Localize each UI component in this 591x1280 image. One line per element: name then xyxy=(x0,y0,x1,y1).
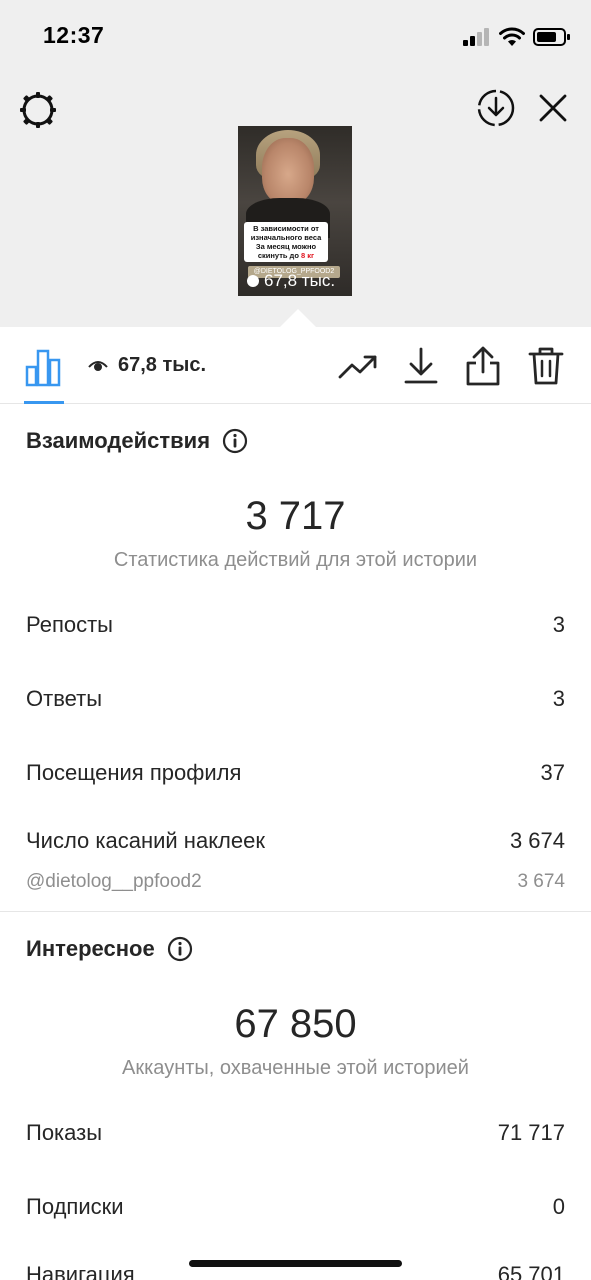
status-icons xyxy=(463,24,571,50)
info-icon[interactable] xyxy=(167,936,193,962)
metric-label: Ответы xyxy=(26,686,103,711)
interactions-title: Взаимодействия xyxy=(26,428,211,453)
status-bar: 12:37 xyxy=(0,0,591,70)
eye-icon xyxy=(247,275,259,287)
metric-label: Навигация xyxy=(26,1262,135,1280)
discovery-section-title: Интересное xyxy=(26,936,193,962)
insights-toolbar: 67,8 тыс. xyxy=(0,327,591,404)
story-thumbnail-views: 67,8 тыс. xyxy=(246,271,335,291)
metric-label: Показы xyxy=(26,1120,103,1145)
insights-tab-underline xyxy=(24,401,64,404)
interactions-section-title: Взаимодействия xyxy=(26,428,248,454)
story-thumbnail-views-count: 67,8 тыс. xyxy=(264,271,336,290)
metric-row-reposts: Репосты 3 xyxy=(26,612,565,638)
story-caption-line1: В зависимости от изначального веса xyxy=(250,224,322,242)
cellular-signal-icon xyxy=(463,28,489,46)
save-to-archive-icon[interactable] xyxy=(474,86,518,130)
metric-label: Посещения профиля xyxy=(26,760,242,785)
metric-label: Подписки xyxy=(26,1194,124,1219)
discovery-title: Интересное xyxy=(26,936,155,961)
metric-label: Репосты xyxy=(26,612,113,637)
discovery-subtitle: Аккаунты, охваченные этой историей xyxy=(122,1057,469,1079)
metric-row-impressions: Показы 71 717 xyxy=(26,1120,565,1146)
metric-value: 71 717 xyxy=(497,1120,565,1145)
close-icon[interactable] xyxy=(533,88,573,128)
metric-value: 65 701 xyxy=(497,1262,565,1280)
metric-row-replies: Ответы 3 xyxy=(26,686,565,712)
views-count-label: 67,8 тыс. xyxy=(118,354,207,376)
metric-sublabel: @dietolog__ppfood2 xyxy=(26,871,202,892)
promote-trend-icon[interactable] xyxy=(337,345,379,387)
metric-label: Число касаний наклеек xyxy=(26,828,265,853)
eye-icon xyxy=(88,360,108,371)
metric-value: 0 xyxy=(552,1194,565,1219)
interactions-subtitle: Статистика действий для этой истории xyxy=(113,549,478,571)
battery-icon xyxy=(533,28,570,46)
interactions-total: 3 717 xyxy=(245,494,346,538)
story-thumbnail-face xyxy=(262,138,314,204)
thumbnail-pointer xyxy=(280,309,316,327)
metric-value: 3 xyxy=(552,612,565,637)
story-thumbnail[interactable]: В зависимости от изначального веса За ме… xyxy=(238,126,352,296)
metric-row-profile-visits: Посещения профиля 37 xyxy=(26,760,565,786)
story-header-area: 12:37 В зависимости от изначального веса… xyxy=(0,0,591,327)
wifi-icon xyxy=(499,27,525,46)
story-caption-highlight: 8 кг xyxy=(301,251,315,260)
download-icon[interactable] xyxy=(400,345,442,387)
section-divider xyxy=(0,911,591,912)
metric-subvalue: 3 674 xyxy=(517,871,565,892)
views-count[interactable]: 67,8 тыс. xyxy=(88,354,206,377)
insights-tab-icon[interactable] xyxy=(24,347,64,387)
settings-icon[interactable] xyxy=(16,88,60,132)
discovery-total: 67 850 xyxy=(234,1002,357,1046)
share-icon[interactable] xyxy=(462,345,504,387)
metric-value: 37 xyxy=(540,760,565,785)
metric-row-follows: Подписки 0 xyxy=(26,1194,565,1220)
metric-value: 3 xyxy=(552,686,565,711)
status-time: 12:37 xyxy=(43,22,105,48)
story-caption: В зависимости от изначального веса За ме… xyxy=(244,222,328,262)
metric-row-sticker-mention: @dietolog__ppfood2 3 674 xyxy=(26,871,565,893)
metric-row-sticker-taps: Число касаний наклеек 3 674 xyxy=(26,828,565,854)
metric-value: 3 674 xyxy=(509,828,565,853)
home-indicator[interactable] xyxy=(189,1260,402,1267)
info-icon[interactable] xyxy=(222,428,248,454)
delete-icon[interactable] xyxy=(525,345,567,387)
